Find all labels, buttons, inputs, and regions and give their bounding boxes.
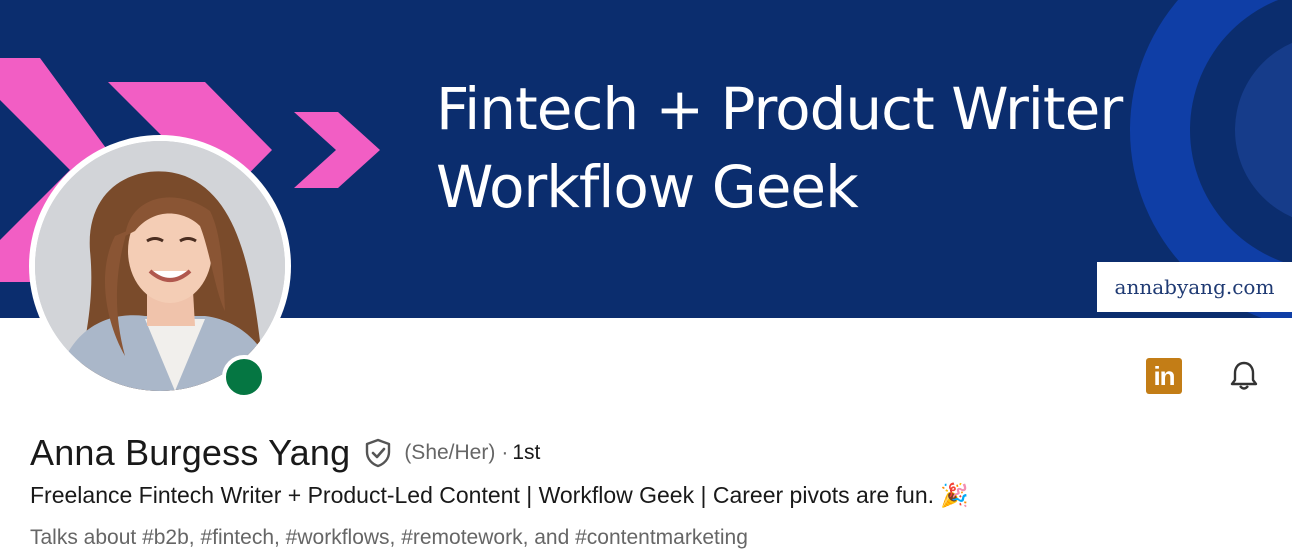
bell-icon-glyph [1230, 361, 1258, 390]
bell-icon[interactable] [1226, 358, 1262, 394]
verified-shield-icon[interactable] [362, 437, 394, 469]
profile-talks-about: Talks about #b2b, #fintech, #workflows, … [30, 526, 748, 549]
profile-name: Anna Burgess Yang [30, 432, 351, 473]
online-status-indicator [222, 355, 266, 399]
banner-title-line2: Workflow Geek [436, 153, 859, 221]
profile-action-icons: in [1146, 358, 1262, 394]
profile-name-row: Anna Burgess Yang (She/Her) · 1st [30, 432, 540, 474]
banner-site-tag: annabyang.com [1097, 262, 1292, 312]
avatar-illustration [35, 141, 285, 391]
avatar-photo [35, 141, 285, 391]
degree-label: 1st [512, 441, 541, 464]
degree-separator: · [501, 441, 509, 464]
banner-title-line1: Fintech + Product Writer [436, 75, 1123, 143]
banner-title: Fintech + Product Writer Workflow Geek [436, 70, 1123, 226]
profile-headline: Freelance Fintech Writer + Product-Led C… [30, 482, 970, 508]
connection-degree: · 1st [501, 441, 540, 465]
chevron-small [294, 112, 380, 188]
linkedin-icon[interactable]: in [1146, 358, 1182, 394]
profile-pronouns: (She/Her) [404, 441, 496, 464]
